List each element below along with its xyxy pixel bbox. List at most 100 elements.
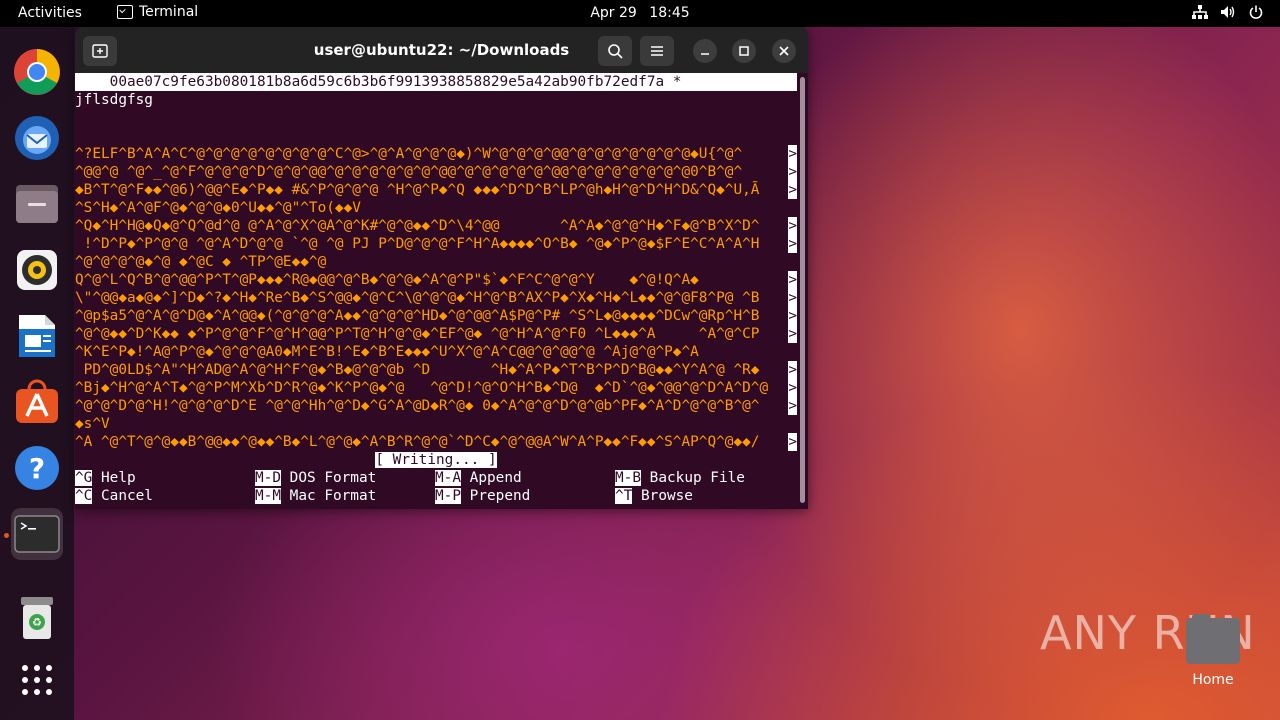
binary-text: ^@^@^@^@◆^@ ◆^@C ◆ ^TP^@E◆◆^@ — [75, 254, 327, 270]
app-center-launcher[interactable] — [11, 376, 63, 428]
binary-text: ^?ELF^B^A^A^C^@^@^@^@^@^@^@^@^C^@>^@^A^@… — [75, 146, 743, 162]
shortcut-item: M-D DOS Format — [255, 469, 376, 487]
binary-text: !^D^P◆^P^@^@ ^@^A^D^@^@ `^@ ^@ PJ P^D@^@… — [75, 236, 760, 252]
binary-text: ^S^H◆^A^@F^@◆^@^@◆0^U◆◆^@"^To(◆◆V — [75, 200, 361, 216]
shortcut-label: Help — [92, 470, 136, 486]
menu-button[interactable] — [640, 36, 674, 66]
shortcut-item: ^C Cancel — [75, 487, 153, 505]
trash-icon: ♻ — [21, 597, 53, 639]
binary-line: ^@^@◆◆^D^K◆◆ ◆^P^@^@^F^@^H^@@^P^T@^H^@^@… — [75, 325, 797, 343]
shortcut-label: DOS Format — [281, 470, 377, 486]
rhythmbox-launcher[interactable] — [11, 244, 63, 296]
hamburger-icon — [651, 46, 663, 56]
terminal-content[interactable]: 00ae07c9fe63b080181b8a6d59c6b3b6f9913938… — [75, 73, 797, 509]
binary-content: ^?ELF^B^A^A^C^@^@^@^@^@^@^@^@^C^@>^@^A^@… — [75, 145, 797, 451]
folder-icon — [1186, 614, 1240, 664]
binary-line: ◆s^V — [75, 415, 797, 433]
binary-text: ^@p$a5^@^A^@^D@◆^A^@@◆(^@^@^@^A◆◆^@^@^@^… — [75, 308, 760, 324]
close-icon — [779, 46, 789, 56]
binary-line: ^Q◆^H^H@◆Q◆@^Q^@d^@ @^A^@^X^@A^@^K#^@^@◆… — [75, 217, 797, 235]
shortcut-key: M-P — [435, 488, 461, 504]
line-continuation-marker: > — [788, 271, 797, 289]
window-titlebar[interactable]: user@ubuntu22: ~/Downloads — [75, 27, 808, 73]
search-icon — [608, 44, 623, 59]
network-icon[interactable] — [1192, 4, 1208, 20]
thunderbird-launcher[interactable] — [11, 112, 63, 164]
binary-text: ^@^@◆◆^D^K◆◆ ◆^P^@^@^F^@^H^@@^P^T@^H^@^@… — [75, 326, 760, 342]
volume-icon[interactable] — [1220, 4, 1236, 20]
chrome-icon — [14, 49, 60, 95]
trash-launcher[interactable]: ♻ — [11, 592, 63, 644]
shortcut-key: M-M — [255, 488, 281, 504]
writer-launcher[interactable] — [11, 310, 63, 362]
shortcut-help: ^G Help M-D DOS Format M-A Append M-B Backu… — [75, 469, 797, 505]
chrome-launcher[interactable] — [11, 46, 63, 98]
line-continuation-marker: > — [788, 289, 797, 307]
binary-line: \"^@@◆a◆@◆^]^D◆^?◆^H◆^Re^B◆^S^@@◆^@^C^\@… — [75, 289, 797, 307]
home-folder[interactable]: Home — [1184, 614, 1242, 688]
files-launcher[interactable] — [11, 178, 63, 230]
binary-text: ◆B^T^@^F◆◆^@6)^@@^E◆^P◆◆ #&^P^@^@^@ ^H^@… — [75, 182, 760, 198]
system-tray[interactable] — [1192, 4, 1264, 20]
line-continuation-marker: > — [788, 307, 797, 325]
rhythmbox-icon — [17, 250, 57, 290]
shortcut-row: ^C Cancel M-M Mac Format M-P Prepend ^T Bro… — [75, 487, 797, 505]
power-icon[interactable] — [1248, 4, 1264, 20]
binary-text: ^Bj◆^H^@^A^T◆^@^P^M^Xb^D^R^@◆^K^P^@◆^@ ^… — [75, 380, 769, 396]
terminal-window[interactable]: user@ubuntu22: ~/Downloads 00ae07c9fe63b… — [75, 27, 808, 509]
dock: ? ♻ — [0, 27, 74, 720]
top-bar: Activities Terminal Apr 29 18:45 — [0, 0, 1280, 27]
shortcut-label: Append — [461, 470, 522, 486]
help-icon: ? — [15, 446, 59, 490]
clock[interactable]: Apr 29 18:45 — [0, 5, 1280, 21]
binary-text: PD^@0LD$^A"^H^AD@^A^@^H^F^@◆^B◆@^@^@b ^D… — [75, 362, 760, 378]
shortcut-item: M-P Prepend — [435, 487, 530, 505]
shortcut-label: Prepend — [461, 488, 531, 504]
binary-line: ◆B^T^@^F◆◆^@6)^@@^E◆^P◆◆ #&^P^@^@^@ ^H^@… — [75, 181, 797, 199]
binary-text: ^@^@^D^@^H!^@^@^@^D^E ^@^@^Hh^@^D◆^G^A^@… — [75, 398, 760, 414]
shortcut-item: M-B Backup File — [615, 469, 745, 487]
binary-line: Q^@^L^Q^B^@^@@^P^T^@P◆◆◆^R@◆@@^@^B◆^@^@◆… — [75, 271, 797, 289]
binary-line: ^@@^@ ^@^_^@^F^@^@^@^D^@^@^@@^@^@^@^@^@^… — [75, 163, 797, 181]
close-button[interactable] — [772, 39, 796, 63]
shortcut-item: ^T Browse — [615, 487, 693, 505]
line-continuation-marker: > — [788, 235, 797, 253]
binary-line: ^@^@^D^@^H!^@^@^@^D^E ^@^@^Hh^@^D◆^G^A^@… — [75, 397, 797, 415]
svg-text:♻: ♻ — [32, 616, 42, 629]
shortcut-key: M-D — [255, 470, 281, 486]
binary-text: ^A ^@^T^@^@◆◆B^@@◆◆^@◆◆^B◆^L^@^@◆^A^B^R^… — [75, 434, 760, 450]
line-continuation-marker: > — [788, 325, 797, 343]
show-apps-button[interactable] — [11, 654, 63, 706]
maximize-button[interactable] — [732, 39, 756, 63]
nano-title-bar: 00ae07c9fe63b080181b8a6d59c6b3b6f9913938… — [75, 73, 797, 91]
line-continuation-marker: > — [788, 145, 797, 163]
shortcut-key: M-A — [435, 470, 461, 486]
search-button[interactable] — [598, 36, 632, 66]
help-launcher[interactable]: ? — [11, 442, 63, 494]
scrollbar[interactable] — [800, 77, 805, 503]
binary-text: ◆s^V — [75, 416, 110, 432]
shortcut-key: M-B — [615, 470, 641, 486]
shortcut-item: M-M Mac Format — [255, 487, 376, 505]
shortcut-item: ^G Help — [75, 469, 136, 487]
line-continuation-marker: > — [788, 181, 797, 199]
files-icon — [16, 185, 58, 223]
shortcut-key: ^G — [75, 470, 93, 486]
minimize-button[interactable] — [693, 39, 717, 63]
running-indicator — [4, 533, 9, 538]
binary-line: ^Bj◆^H^@^A^T◆^@^P^M^Xb^D^R^@◆^K^P^@◆^@ ^… — [75, 379, 797, 397]
binary-line: ^@p$a5^@^A^@^D@◆^A^@@◆(^@^@^@^A◆◆^@^@^@^… — [75, 307, 797, 325]
status-message: [ Writing... ] — [375, 452, 497, 468]
shortcut-key: ^C — [75, 488, 93, 504]
line-continuation-marker: > — [788, 163, 797, 181]
binary-line: ^S^H◆^A^@F^@◆^@^@◆0^U◆◆^@"^To(◆◆V — [75, 199, 797, 217]
shortcut-row: ^G Help M-D DOS Format M-A Append M-B Backu… — [75, 469, 797, 487]
shortcut-label: Mac Format — [281, 488, 377, 504]
shortcut-label: Cancel — [92, 488, 153, 504]
binary-line: ^A ^@^T^@^@◆◆B^@@◆◆^@◆◆^B◆^L^@^@◆^A^B^R^… — [75, 433, 797, 451]
terminal-launcher[interactable] — [11, 508, 63, 560]
binary-text: \"^@@◆a◆@◆^]^D◆^?◆^H◆^Re^B◆^S^@@◆^@^C^\@… — [75, 290, 760, 306]
shortcut-item: M-A Append — [435, 469, 522, 487]
